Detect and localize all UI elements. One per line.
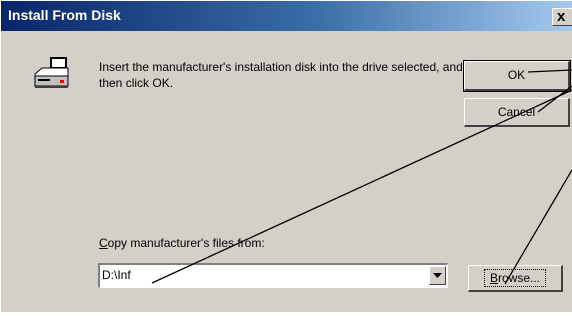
browse-mnemonic: B <box>489 271 498 285</box>
browse-button[interactable]: Browse... <box>468 265 563 292</box>
browse-focus-rect: Browse... <box>483 269 547 287</box>
install-from-disk-dialog: Install From Disk x Insert the manufactu… <box>0 0 572 312</box>
cancel-button[interactable]: Cancel <box>464 98 570 127</box>
copy-from-label-text: opy manufacturer's files from: <box>107 236 265 250</box>
instruction-text: Insert the manufacturer's installation d… <box>99 60 463 90</box>
ok-button[interactable]: OK <box>464 61 570 91</box>
browse-label-text: rowse... <box>498 271 541 285</box>
window-title: Install From Disk <box>8 7 121 23</box>
chevron-down-icon <box>433 273 442 278</box>
floppy-drive-icon <box>34 57 69 88</box>
copy-from-label: Copy manufacturer's files from: <box>99 236 265 250</box>
copy-from-combobox[interactable] <box>98 263 448 288</box>
close-button[interactable]: x <box>552 8 572 26</box>
copy-from-label-mnemonic: C <box>99 236 108 250</box>
copy-from-input[interactable] <box>102 268 402 282</box>
dropdown-button[interactable] <box>429 266 446 285</box>
title-bar[interactable]: Install From Disk x <box>1 1 572 31</box>
